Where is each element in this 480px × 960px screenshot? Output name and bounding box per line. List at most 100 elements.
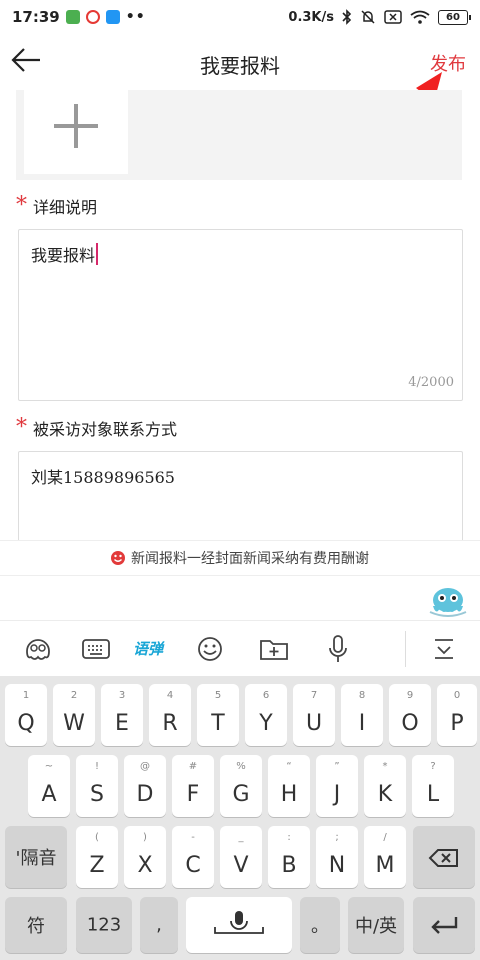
mic-icon <box>329 634 347 662</box>
app-notification-icon <box>65 10 80 24</box>
clipboard-folder-button[interactable] <box>250 625 298 673</box>
char-counter: 4/2000 <box>408 375 454 390</box>
key-sub-label: # <box>188 761 198 772</box>
mute-bell-icon <box>361 10 375 24</box>
key-sub-label: 4 <box>166 690 174 701</box>
key-sub-label: “ <box>286 761 292 772</box>
key-s[interactable]: ! S <box>76 755 118 817</box>
backspace-icon <box>428 849 458 867</box>
key-d[interactable]: @ D <box>124 755 166 817</box>
yudan-icon: 语弹 <box>132 640 163 658</box>
octopus-mascot-icon[interactable] <box>428 582 468 618</box>
required-asterisk-icon: * <box>16 415 27 440</box>
key-l[interactable]: ? L <box>412 755 454 817</box>
symbol-key[interactable]: 符 <box>5 897 67 953</box>
key-sub-label: 9 <box>406 690 414 701</box>
key-z[interactable]: (Z <box>76 826 118 888</box>
key-label: K <box>377 782 393 807</box>
key-label: P <box>450 711 464 736</box>
key-label: J <box>333 782 341 807</box>
reward-notice: 新闻报料一经封面新闻采纳有费用酬谢 <box>0 540 480 576</box>
key-label: R <box>162 711 178 736</box>
smiley-icon <box>111 551 125 565</box>
key-f[interactable]: # F <box>172 755 214 817</box>
key-c[interactable]: -C <box>172 826 214 888</box>
detail-label: * 详细说明 <box>16 194 97 218</box>
enter-key[interactable] <box>413 897 475 953</box>
key-o[interactable]: 9O <box>389 684 431 746</box>
yudan-button[interactable]: 语弹 <box>120 625 176 673</box>
key-sub-label: * <box>382 761 388 772</box>
plus-icon-vertical <box>74 104 78 148</box>
key-v[interactable]: _ V <box>220 826 262 888</box>
comma-key[interactable]: , <box>140 897 178 953</box>
space-mic-icon <box>214 911 264 934</box>
language-switch-key[interactable]: 中/英 <box>348 897 404 953</box>
backspace-key[interactable] <box>413 826 475 888</box>
key-sub-label: ? <box>430 761 436 772</box>
number-key[interactable]: 123 <box>76 897 132 953</box>
key-label: Z <box>89 853 105 878</box>
mascot-icon <box>26 638 50 660</box>
key-label: V <box>233 853 249 878</box>
key-label: B <box>281 853 297 878</box>
key-q[interactable]: 1Q <box>5 684 47 746</box>
key-b[interactable]: :B <box>268 826 310 888</box>
key-p[interactable]: 0P <box>437 684 477 746</box>
key-i[interactable]: 8I <box>341 684 383 746</box>
key-sub-label: 3 <box>118 690 126 701</box>
key-x[interactable]: ) X <box>124 826 166 888</box>
key-k[interactable]: * K <box>364 755 406 817</box>
key-w[interactable]: 2W <box>53 684 95 746</box>
key-j[interactable]: ” J <box>316 755 358 817</box>
nav-bar: 我要报料 发布 <box>0 34 480 90</box>
key-label: N <box>328 853 346 878</box>
key-sub-label: 2 <box>70 690 78 701</box>
detail-textarea[interactable]: 我要报料 4/2000 <box>18 229 463 401</box>
detail-label-text: 详细说明 <box>33 198 98 217</box>
key-sub-label: : <box>287 832 291 843</box>
collapse-keyboard-button[interactable] <box>420 625 468 673</box>
space-voice-key[interactable] <box>186 897 292 953</box>
key-t[interactable]: 5T <box>197 684 239 746</box>
key-sub-label: % <box>236 761 246 772</box>
voice-input-button[interactable] <box>314 625 362 673</box>
key-y[interactable]: 6Y <box>245 684 287 746</box>
key-label: '隔音 <box>15 848 57 869</box>
key-sub-label: ; <box>335 832 339 843</box>
key-sub-label: ! <box>94 761 99 772</box>
keyboard-switch-button[interactable] <box>72 625 120 673</box>
key-label: O <box>401 711 419 736</box>
emoji-button[interactable] <box>186 625 234 673</box>
key-sub-label: _ <box>238 832 244 843</box>
key-u[interactable]: 7U <box>293 684 335 746</box>
skin-button[interactable] <box>14 625 62 673</box>
key-h[interactable]: “H <box>268 755 310 817</box>
key-label: G <box>232 782 250 807</box>
separator-key[interactable]: '隔音 <box>5 826 67 888</box>
key-label: A <box>41 782 57 807</box>
key-m[interactable]: / M <box>364 826 406 888</box>
key-sub-label: - <box>191 832 195 843</box>
key-sub-label: ~ <box>44 761 54 772</box>
required-asterisk-icon: * <box>16 193 27 218</box>
enter-icon <box>431 917 458 934</box>
period-key[interactable]: 。 <box>300 897 340 953</box>
key-e[interactable]: 3E <box>101 684 143 746</box>
text-caret <box>96 243 99 265</box>
key-g[interactable]: % G <box>220 755 262 817</box>
toolbar-divider <box>405 631 406 667</box>
key-sub-label: 6 <box>262 690 270 701</box>
key-sub-label: ) <box>143 832 147 843</box>
add-image-button[interactable] <box>24 90 128 174</box>
page-title: 我要报料 <box>200 54 280 78</box>
key-n[interactable]: ; N <box>316 826 358 888</box>
key-sub-label: 8 <box>358 690 366 701</box>
key-a[interactable]: ~ A <box>28 755 70 817</box>
cloud-notification-icon <box>105 10 120 24</box>
key-r[interactable]: 4R <box>149 684 191 746</box>
key-label: E <box>115 711 129 736</box>
key-sub-label: ( <box>95 832 99 843</box>
publish-button[interactable]: 发布 <box>430 50 466 76</box>
key-sub-label: 0 <box>453 690 461 701</box>
